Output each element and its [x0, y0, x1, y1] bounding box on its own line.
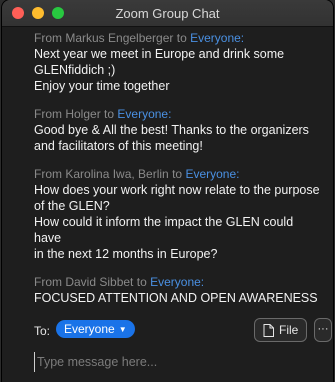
message-recipient: Everyone: — [190, 31, 245, 45]
message-to-word: to — [136, 275, 147, 289]
chevron-down-icon: ▼ — [118, 325, 127, 334]
message-input[interactable] — [34, 352, 329, 372]
message-sender: Holger — [65, 107, 101, 121]
message-from-prefix: From — [34, 167, 62, 181]
file-button-label: File — [279, 323, 299, 337]
message-text: Next year we meet in Europe and drink so… — [34, 47, 285, 61]
window-title: Zoom Group Chat — [115, 6, 220, 21]
message-text: Enjoy your time together — [34, 79, 170, 93]
message-header: From Markus Engelberger to Everyone: — [34, 30, 323, 46]
chat-message: From Karolina Iwa, Berlin to Everyone: Ho… — [34, 166, 323, 262]
message-header: From Karolina Iwa, Berlin to Everyone: — [34, 166, 323, 182]
to-label: To: — [34, 324, 51, 338]
message-header: From David Sibbet to Everyone: — [34, 274, 323, 290]
message-sender: David Sibbet — [65, 275, 134, 289]
message-recipient: Everyone: — [185, 167, 240, 181]
message-text: Good bye & All the best! Thanks to the o… — [34, 123, 309, 137]
message-recipient: Everyone: — [150, 275, 205, 289]
message-text: and facilitators of this meeting! — [34, 139, 203, 153]
chat-message: From David Sibbet to Everyone: FOCUSED AT… — [34, 274, 323, 306]
message-text: How could it inform the impact the GLEN … — [34, 215, 294, 245]
chat-message: From Holger to Everyone: Good bye & All t… — [34, 106, 323, 154]
message-text: FOCUSED ATTENTION AND OPEN AWARENESS — [34, 291, 318, 305]
file-button[interactable]: File — [254, 318, 308, 342]
message-to-word: to — [176, 31, 187, 45]
chat-window: Zoom Group Chat From Markus Engelberger … — [2, 0, 333, 382]
recipient-label: Everyone — [64, 322, 115, 336]
message-from-prefix: From — [34, 275, 62, 289]
message-recipient: Everyone: — [117, 107, 172, 121]
message-text: How does your work right now relate to t… — [34, 183, 320, 197]
more-options-button[interactable]: ··· — [314, 318, 332, 342]
message-sender: Karolina Iwa, Berlin — [65, 167, 169, 181]
message-sender: Markus Engelberger — [65, 31, 174, 45]
title-bar: Zoom Group Chat — [2, 0, 333, 27]
message-from-prefix: From — [34, 31, 62, 45]
message-text: GLENfiddich ;) — [34, 63, 116, 77]
message-text: of the GLEN? — [34, 199, 110, 213]
file-icon — [263, 323, 274, 337]
message-to-word: to — [104, 107, 115, 121]
message-list: From Markus Engelberger to Everyone: Next… — [2, 30, 333, 318]
chat-message: From Markus Engelberger to Everyone: Next… — [34, 30, 323, 94]
message-header: From Holger to Everyone: — [34, 106, 323, 122]
message-from-prefix: From — [34, 107, 62, 121]
message-text: in the next 12 months in Europe? — [34, 247, 218, 261]
message-to-word: to — [172, 167, 183, 181]
recipient-dropdown[interactable]: Everyone ▼ — [56, 320, 135, 338]
